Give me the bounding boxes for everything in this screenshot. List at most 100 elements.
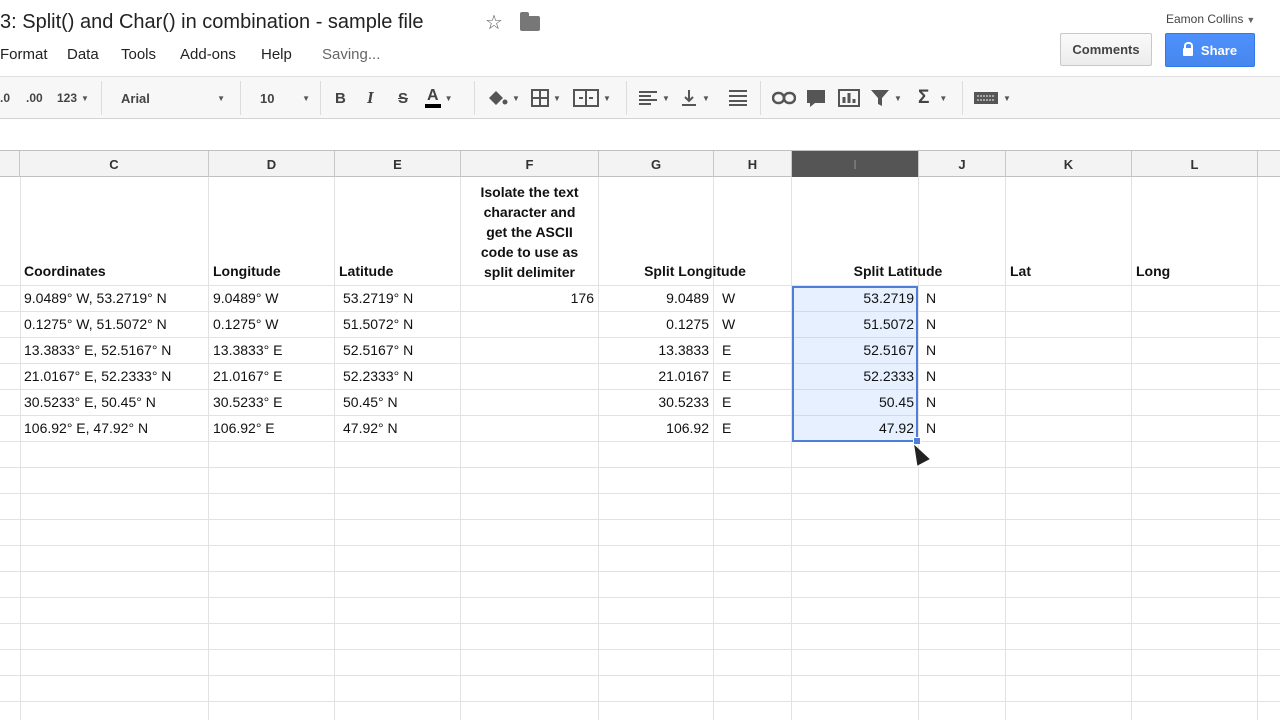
grid-line <box>791 177 792 720</box>
input-tools-button[interactable]: ▼ <box>973 77 1011 119</box>
cell-latitude[interactable]: 52.5167° N <box>343 337 413 363</box>
folder-icon[interactable] <box>520 12 540 31</box>
header-cell-latitude[interactable]: Latitude <box>339 263 393 279</box>
fill-color-button[interactable]: ▼ <box>486 77 520 119</box>
font-size-dropdown[interactable]: 10 ▼ <box>260 77 310 119</box>
cell-longitude[interactable]: 30.5233° E <box>213 389 282 415</box>
cell-latitude[interactable]: 52.2333° N <box>343 363 413 389</box>
cell-split-longitude[interactable]: 21.0167 <box>599 363 709 389</box>
increase-decimal-button[interactable]: .00 <box>26 77 43 119</box>
insert-chart-button[interactable] <box>838 77 860 119</box>
spreadsheet-grid[interactable]: Coordinates Longitude Latitude Isolate t… <box>0 177 1280 720</box>
column-header-c[interactable]: C <box>20 151 209 177</box>
cell-longitude[interactable]: 0.1275° W <box>213 311 279 337</box>
cell-split-longitude[interactable]: 30.5233 <box>599 389 709 415</box>
cell-latitude-direction[interactable]: N <box>926 285 936 311</box>
header-cell-coordinates[interactable]: Coordinates <box>24 263 106 279</box>
cell-split-longitude[interactable]: 106.92 <box>599 415 709 441</box>
toolbar-divider <box>760 81 761 115</box>
cell-latitude-direction[interactable]: N <box>926 311 936 337</box>
bold-icon: B <box>335 89 346 107</box>
strikethrough-button[interactable]: S <box>398 77 408 119</box>
cell-longitude-direction[interactable]: E <box>722 389 731 415</box>
cell-coordinates[interactable]: 30.5233° E, 50.45° N <box>24 389 156 415</box>
cell-split-latitude[interactable]: 53.2719 <box>792 285 914 311</box>
bold-button[interactable]: B <box>335 77 346 119</box>
star-icon[interactable]: ☆ <box>485 10 503 35</box>
cell-latitude-direction[interactable]: N <box>926 415 936 441</box>
decrease-decimal-button[interactable]: .0 <box>0 77 10 119</box>
cell-coordinates[interactable]: 9.0489° W, 53.2719° N <box>24 285 167 311</box>
text-wrap-button[interactable] <box>727 77 749 119</box>
column-header-e[interactable]: E <box>335 151 461 177</box>
document-title[interactable]: 3: Split() and Char() in combination - s… <box>0 11 424 34</box>
functions-button[interactable]: Σ ▼ <box>918 77 947 119</box>
header-cell-split-longitude[interactable]: Split Longitude <box>599 263 791 279</box>
cell-latitude[interactable]: 50.45° N <box>343 389 398 415</box>
cell-coordinates[interactable]: 106.92° E, 47.92° N <box>24 415 148 441</box>
account-name[interactable]: Eamon Collins ▼ <box>1166 12 1255 26</box>
cell-longitude-direction[interactable]: E <box>722 415 731 441</box>
cell-longitude-direction[interactable]: W <box>722 311 735 337</box>
share-button[interactable]: Share <box>1165 33 1255 67</box>
cell-split-latitude[interactable]: 52.5167 <box>792 337 914 363</box>
cell-latitude[interactable]: 47.92° N <box>343 415 398 441</box>
number-format-dropdown[interactable]: 123 ▼ <box>57 77 89 119</box>
insert-link-button[interactable] <box>772 77 796 119</box>
cell-longitude[interactable]: 21.0167° E <box>213 363 282 389</box>
column-header-f[interactable]: F <box>461 151 599 177</box>
column-header-h[interactable]: H <box>714 151 792 177</box>
cell-longitude-direction[interactable]: E <box>722 363 731 389</box>
cell-ascii-code[interactable]: 176 <box>461 285 594 311</box>
column-header-i[interactable]: I <box>792 151 919 177</box>
menu-tools[interactable]: Tools <box>121 46 156 63</box>
cell-latitude-direction[interactable]: N <box>926 389 936 415</box>
cell-split-latitude[interactable]: 50.45 <box>792 389 914 415</box>
header-cell-delimiter-note[interactable]: Isolate the text character and get the A… <box>461 182 598 282</box>
header-cell-longitude[interactable]: Longitude <box>213 263 281 279</box>
horizontal-align-button[interactable]: ▼ <box>638 77 670 119</box>
font-family-dropdown[interactable]: Arial ▼ <box>121 77 225 119</box>
header-cell-split-latitude[interactable]: Split Latitude <box>792 263 1004 279</box>
cell-split-longitude[interactable]: 9.0489 <box>599 285 709 311</box>
column-header-b[interactable] <box>0 151 20 177</box>
column-header-m[interactable] <box>1258 151 1280 177</box>
cell-split-latitude[interactable]: 52.2333 <box>792 363 914 389</box>
cell-latitude[interactable]: 51.5072° N <box>343 311 413 337</box>
cell-longitude-direction[interactable]: E <box>722 337 731 363</box>
cell-longitude[interactable]: 13.3833° E <box>213 337 282 363</box>
text-color-button[interactable]: A ▼ <box>425 77 452 119</box>
cell-coordinates[interactable]: 0.1275° W, 51.5072° N <box>24 311 167 337</box>
menu-help[interactable]: Help <box>261 46 292 63</box>
italic-button[interactable]: I <box>367 77 374 119</box>
cell-split-longitude[interactable]: 13.3833 <box>599 337 709 363</box>
cell-coordinates[interactable]: 21.0167° E, 52.2333° N <box>24 363 171 389</box>
cell-split-latitude[interactable]: 47.92 <box>792 415 914 441</box>
column-header-l[interactable]: L <box>1132 151 1258 177</box>
menu-data[interactable]: Data <box>67 46 99 63</box>
column-header-d[interactable]: D <box>209 151 335 177</box>
cell-latitude-direction[interactable]: N <box>926 363 936 389</box>
header-cell-long[interactable]: Long <box>1136 263 1170 279</box>
cell-coordinates[interactable]: 13.3833° E, 52.5167° N <box>24 337 171 363</box>
cell-split-latitude[interactable]: 51.5072 <box>792 311 914 337</box>
cell-latitude[interactable]: 53.2719° N <box>343 285 413 311</box>
menu-format[interactable]: Format <box>0 46 48 63</box>
insert-comment-button[interactable] <box>806 77 826 119</box>
cell-split-longitude[interactable]: 0.1275 <box>599 311 709 337</box>
comments-button[interactable]: Comments <box>1060 33 1152 66</box>
cell-longitude[interactable]: 9.0489° W <box>213 285 279 311</box>
header-cell-lat[interactable]: Lat <box>1010 263 1031 279</box>
column-header-g[interactable]: G <box>599 151 714 177</box>
borders-button[interactable]: ▼ <box>531 77 561 119</box>
vertical-align-button[interactable]: ▼ <box>680 77 710 119</box>
link-icon <box>772 91 796 105</box>
cell-latitude-direction[interactable]: N <box>926 337 936 363</box>
merge-cells-button[interactable]: ▼ <box>573 77 611 119</box>
cell-longitude-direction[interactable]: W <box>722 285 735 311</box>
column-header-k[interactable]: K <box>1006 151 1132 177</box>
menu-addons[interactable]: Add-ons <box>180 46 236 63</box>
filter-button[interactable]: ▼ <box>870 77 902 119</box>
column-header-j[interactable]: J <box>919 151 1006 177</box>
cell-longitude[interactable]: 106.92° E <box>213 415 275 441</box>
